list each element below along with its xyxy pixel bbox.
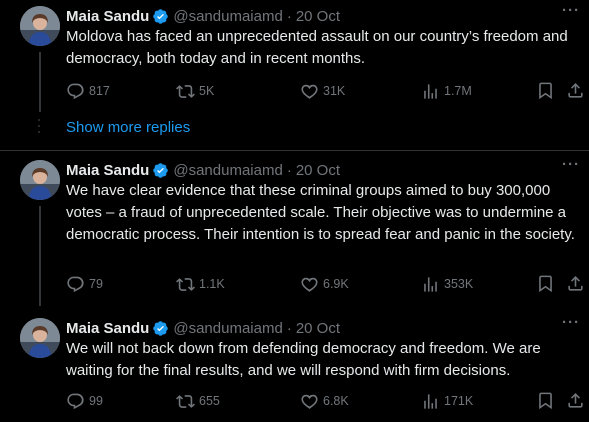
- like-icon: [301, 394, 318, 409]
- verified-badge-icon: [153, 320, 169, 336]
- author-handle[interactable]: @sandumaiamd: [173, 162, 282, 179]
- views-count: 171K: [444, 394, 474, 408]
- share-icon: [568, 83, 583, 98]
- tweet[interactable]: Maia Sandu @sandumaiamd · 20 Oct ··· We …: [0, 314, 589, 418]
- author-handle[interactable]: @sandumaiamd: [173, 320, 282, 337]
- views-icon: [424, 83, 437, 99]
- tweet-actions: 79 1.1K 6.9K 353K: [66, 274, 586, 294]
- reply-icon: [67, 393, 84, 409]
- retweet-icon: [176, 277, 195, 291]
- share-button[interactable]: [566, 274, 585, 298]
- reply-button[interactable]: 817: [66, 81, 110, 101]
- like-count: 6.9K: [323, 277, 349, 291]
- author-name[interactable]: Maia Sandu: [66, 8, 149, 25]
- timestamp[interactable]: 20 Oct: [296, 320, 340, 337]
- like-icon: [301, 84, 318, 99]
- share-icon: [568, 276, 583, 291]
- author-name[interactable]: Maia Sandu: [66, 162, 149, 179]
- reply-button[interactable]: 99: [66, 391, 103, 411]
- separator: ·: [286, 319, 292, 337]
- retweet-button[interactable]: 1.1K: [176, 274, 225, 294]
- like-button[interactable]: 6.8K: [300, 391, 349, 411]
- divider: [0, 150, 589, 151]
- tweet[interactable]: Maia Sandu @sandumaiamd · 20 Oct ··· Mol…: [0, 2, 589, 112]
- timestamp[interactable]: 20 Oct: [296, 162, 340, 179]
- retweet-icon: [176, 394, 195, 408]
- reply-icon: [67, 276, 84, 292]
- thread-line: [39, 206, 41, 306]
- avatar[interactable]: [20, 6, 60, 46]
- share-icon: [568, 393, 583, 408]
- bookmark-icon: [539, 392, 552, 410]
- like-count: 31K: [323, 84, 346, 98]
- more-icon[interactable]: ···: [561, 156, 581, 176]
- more-icon[interactable]: ···: [561, 314, 581, 334]
- views-count: 1.7M: [444, 84, 472, 98]
- verified-badge-icon: [153, 162, 169, 178]
- separator: ·: [286, 7, 292, 25]
- bookmark-icon: [539, 82, 552, 100]
- reply-icon: [67, 83, 84, 99]
- author-name[interactable]: Maia Sandu: [66, 320, 149, 337]
- retweet-button[interactable]: 655: [176, 391, 220, 411]
- share-button[interactable]: [566, 391, 585, 415]
- tweet-text: We have clear evidence that these crimin…: [66, 182, 575, 243]
- share-button[interactable]: [566, 81, 585, 105]
- more-icon[interactable]: ···: [561, 2, 581, 22]
- like-button[interactable]: 31K: [300, 81, 345, 101]
- tweet[interactable]: Maia Sandu @sandumaiamd · 20 Oct ··· We …: [0, 156, 589, 306]
- verified-badge-icon: [153, 8, 169, 24]
- avatar-photo-icon: [20, 160, 60, 200]
- avatar[interactable]: [20, 318, 60, 358]
- retweet-count: 655: [199, 394, 220, 408]
- tweet-actions: 99 655 6.8K 171K: [66, 391, 586, 411]
- reply-count: 99: [89, 394, 103, 408]
- bookmark-button[interactable]: [536, 81, 555, 105]
- views-icon: [424, 276, 437, 292]
- like-button[interactable]: 6.9K: [300, 274, 349, 294]
- bookmark-button[interactable]: [536, 391, 555, 415]
- tweet-header: Maia Sandu @sandumaiamd · 20 Oct: [66, 160, 340, 180]
- avatar-photo-icon: [20, 318, 60, 358]
- bookmark-button[interactable]: [536, 274, 555, 298]
- tweet-header: Maia Sandu @sandumaiamd · 20 Oct: [66, 318, 340, 338]
- show-more-replies-link[interactable]: Show more replies: [66, 119, 190, 136]
- tweet-header: Maia Sandu @sandumaiamd · 20 Oct: [66, 6, 340, 26]
- avatar-photo-icon: [20, 6, 60, 46]
- views-icon: [424, 393, 437, 409]
- thread-gap-dots: [38, 119, 40, 137]
- retweet-button[interactable]: 5K: [176, 81, 214, 101]
- reply-count: 817: [89, 84, 110, 98]
- like-count: 6.8K: [323, 394, 349, 408]
- separator: ·: [286, 161, 292, 179]
- views-button[interactable]: 171K: [421, 391, 473, 411]
- tweet-text: Moldova has faced an unprecedented assau…: [66, 28, 568, 67]
- like-icon: [301, 277, 318, 292]
- tweet-text: We will not back down from defending dem…: [66, 340, 541, 379]
- bookmark-icon: [539, 275, 552, 293]
- author-handle[interactable]: @sandumaiamd: [173, 8, 282, 25]
- views-button[interactable]: 353K: [421, 274, 473, 294]
- retweet-icon: [176, 84, 195, 98]
- reply-button[interactable]: 79: [66, 274, 103, 294]
- tweet-actions: 817 5K 31K 1.7M: [66, 81, 586, 101]
- retweet-count: 1.1K: [199, 277, 225, 291]
- timestamp[interactable]: 20 Oct: [296, 8, 340, 25]
- views-count: 353K: [444, 277, 474, 291]
- thread-line: [39, 52, 41, 112]
- avatar[interactable]: [20, 160, 60, 200]
- retweet-count: 5K: [199, 84, 215, 98]
- reply-count: 79: [89, 277, 103, 291]
- views-button[interactable]: 1.7M: [421, 81, 472, 101]
